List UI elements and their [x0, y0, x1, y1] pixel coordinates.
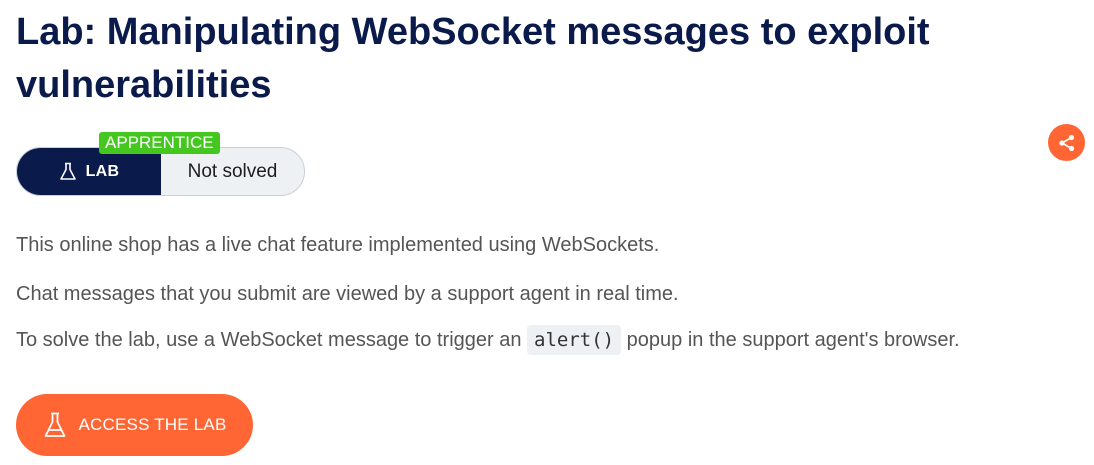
description-paragraph: To solve the lab, use a WebSocket messag… [16, 325, 960, 355]
lab-type-label: LAB [85, 162, 120, 180]
lab-status-widget: APPRENTICE LAB Not solved [16, 132, 305, 196]
description-text: To solve the lab, use a WebSocket messag… [16, 329, 522, 351]
level-badge: APPRENTICE [99, 132, 220, 154]
description-paragraph: Chat messages that you submit are viewed… [16, 283, 679, 305]
description-text: popup in the support agent's browser. [626, 329, 960, 351]
flask-icon [59, 162, 76, 180]
flask-icon [44, 412, 65, 437]
lab-type-pill: LAB [17, 148, 161, 195]
access-lab-button[interactable]: ACCESS THE LAB [16, 394, 253, 456]
share-button[interactable] [1048, 124, 1085, 161]
code-snippet: alert() [527, 325, 622, 355]
description-paragraph: This online shop has a live chat feature… [16, 234, 660, 256]
share-icon [1058, 134, 1074, 151]
page-title: Lab: Manipulating WebSocket messages to … [16, 11, 930, 106]
lab-status-text: Not solved [187, 160, 278, 182]
access-lab-label: ACCESS THE LAB [78, 415, 227, 434]
